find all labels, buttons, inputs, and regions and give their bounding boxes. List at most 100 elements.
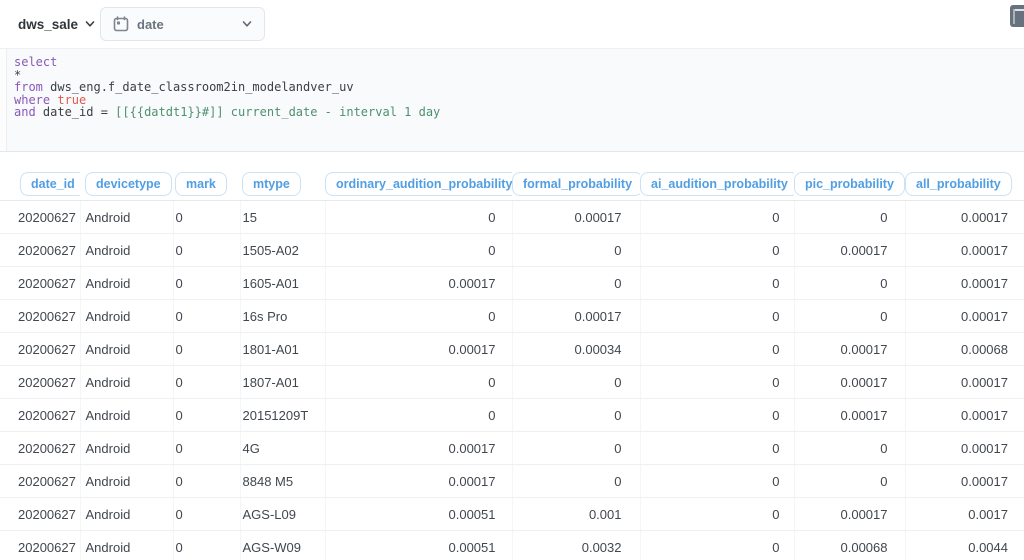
table-cell[interactable]: 0 <box>640 464 795 498</box>
table-cell[interactable]: 20200627 <box>0 332 81 366</box>
table-cell[interactable]: 0.0032 <box>512 530 641 560</box>
column-header-pill[interactable]: pic_probability <box>794 172 905 196</box>
table-cell[interactable]: 0 <box>794 266 906 300</box>
table-cell[interactable]: 0.00017 <box>905 200 1024 234</box>
table-cell[interactable]: 0.0044 <box>905 530 1024 560</box>
table-cell[interactable]: Android <box>80 299 174 333</box>
table-cell[interactable]: Android <box>80 266 174 300</box>
table-cell[interactable]: 0 <box>173 431 241 465</box>
table-cell[interactable]: 0 <box>640 365 795 399</box>
column-header-pill[interactable]: mtype <box>242 172 301 196</box>
table-cell[interactable]: 20151209T <box>240 398 326 432</box>
table-cell[interactable]: 0 <box>794 299 906 333</box>
table-cell[interactable]: 0 <box>640 497 795 531</box>
table-cell[interactable]: 0 <box>512 398 641 432</box>
table-cell[interactable]: 1801-A01 <box>240 332 326 366</box>
table-cell[interactable]: 0 <box>794 200 906 234</box>
table-cell[interactable]: 0.001 <box>512 497 641 531</box>
table-cell[interactable]: 0.00017 <box>325 431 513 465</box>
table-cell[interactable]: 0.00068 <box>794 530 906 560</box>
table-cell[interactable]: 0.00017 <box>325 266 513 300</box>
table-cell[interactable]: 1807-A01 <box>240 365 326 399</box>
table-cell[interactable]: 20200627 <box>0 233 81 267</box>
column-header-pill[interactable]: formal_probability <box>512 172 640 196</box>
table-cell[interactable]: 0.00017 <box>794 332 906 366</box>
table-cell[interactable]: Android <box>80 497 174 531</box>
table-cell[interactable]: 0 <box>325 398 513 432</box>
table-cell[interactable]: 0.0017 <box>905 497 1024 531</box>
table-cell[interactable]: 0 <box>794 464 906 498</box>
table-cell[interactable]: Android <box>80 332 174 366</box>
table-cell[interactable]: 0 <box>325 233 513 267</box>
table-cell[interactable]: AGS-W09 <box>240 530 326 560</box>
table-cell[interactable]: 20200627 <box>0 266 81 300</box>
table-cell[interactable]: 0 <box>173 332 241 366</box>
table-cell[interactable]: 0 <box>173 497 241 531</box>
table-cell[interactable]: 20200627 <box>0 398 81 432</box>
table-cell[interactable]: 0.00017 <box>325 464 513 498</box>
table-cell[interactable]: 1605-A01 <box>240 266 326 300</box>
table-cell[interactable]: 0 <box>640 200 795 234</box>
table-cell[interactable]: 0 <box>640 266 795 300</box>
table-cell[interactable]: 0 <box>640 530 795 560</box>
table-cell[interactable]: 0 <box>640 398 795 432</box>
table-cell[interactable]: 0.00051 <box>325 530 513 560</box>
column-header-pill[interactable]: mark <box>175 172 227 196</box>
column-header-pill[interactable]: date_id <box>20 172 80 196</box>
table-cell[interactable]: 0 <box>794 431 906 465</box>
table-cell[interactable]: 0 <box>173 266 241 300</box>
column-header-pill[interactable]: ordinary_audition_probability <box>325 172 512 196</box>
table-cell[interactable]: 0.00017 <box>325 332 513 366</box>
column-header-pill[interactable]: all_probability <box>905 172 1012 196</box>
table-cell[interactable]: 0 <box>325 200 513 234</box>
database-picker[interactable]: dws_sale <box>18 0 95 48</box>
table-cell[interactable]: 0 <box>173 299 241 333</box>
table-cell[interactable]: 0.00034 <box>512 332 641 366</box>
table-cell[interactable]: Android <box>80 464 174 498</box>
table-cell[interactable]: 0 <box>512 233 641 267</box>
table-cell[interactable]: 0 <box>512 365 641 399</box>
table-cell[interactable]: 0.00068 <box>905 332 1024 366</box>
sql-editor[interactable]: select * from dws_eng.f_date_classroom2i… <box>0 48 1024 152</box>
table-cell[interactable]: 20200627 <box>0 497 81 531</box>
table-cell[interactable]: 0 <box>173 200 241 234</box>
table-cell[interactable]: 0 <box>640 431 795 465</box>
table-cell[interactable]: Android <box>80 398 174 432</box>
table-cell[interactable]: 0.00017 <box>905 431 1024 465</box>
table-cell[interactable]: Android <box>80 233 174 267</box>
table-cell[interactable]: 20200627 <box>0 299 81 333</box>
table-cell[interactable]: AGS-L09 <box>240 497 326 531</box>
table-cell[interactable]: 0.00017 <box>794 233 906 267</box>
table-cell[interactable]: 20200627 <box>0 431 81 465</box>
table-cell[interactable]: 0 <box>640 233 795 267</box>
table-cell[interactable]: 0.00017 <box>794 398 906 432</box>
table-cell[interactable]: 20200627 <box>0 530 81 560</box>
table-cell[interactable]: 0.00017 <box>905 299 1024 333</box>
date-filter-dropdown[interactable]: date <box>100 7 265 41</box>
table-cell[interactable]: 0.00017 <box>905 365 1024 399</box>
table-cell[interactable]: Android <box>80 431 174 465</box>
table-cell[interactable]: 0 <box>640 299 795 333</box>
table-cell[interactable]: 0.00017 <box>794 365 906 399</box>
table-cell[interactable]: 20200627 <box>0 464 81 498</box>
table-cell[interactable]: 0.00017 <box>905 398 1024 432</box>
notebook-panel-icon[interactable] <box>1010 5 1024 27</box>
table-cell[interactable]: 0.00017 <box>794 497 906 531</box>
table-cell[interactable]: 16s Pro <box>240 299 326 333</box>
table-cell[interactable]: 0 <box>173 530 241 560</box>
table-cell[interactable]: 0.00017 <box>512 200 641 234</box>
table-cell[interactable]: 0.00051 <box>325 497 513 531</box>
sql-query-text[interactable]: select * from dws_eng.f_date_classroom2i… <box>14 56 440 119</box>
table-cell[interactable]: 0 <box>325 365 513 399</box>
table-cell[interactable]: 20200627 <box>0 365 81 399</box>
column-header-pill[interactable]: devicetype <box>85 172 172 196</box>
table-cell[interactable]: Android <box>80 530 174 560</box>
table-cell[interactable]: 15 <box>240 200 326 234</box>
table-cell[interactable]: 0 <box>173 365 241 399</box>
table-cell[interactable]: Android <box>80 200 174 234</box>
table-cell[interactable]: 0 <box>640 332 795 366</box>
table-cell[interactable]: 8848 M5 <box>240 464 326 498</box>
table-cell[interactable]: 0 <box>173 464 241 498</box>
table-cell[interactable]: Android <box>80 365 174 399</box>
table-cell[interactable]: 0 <box>173 233 241 267</box>
